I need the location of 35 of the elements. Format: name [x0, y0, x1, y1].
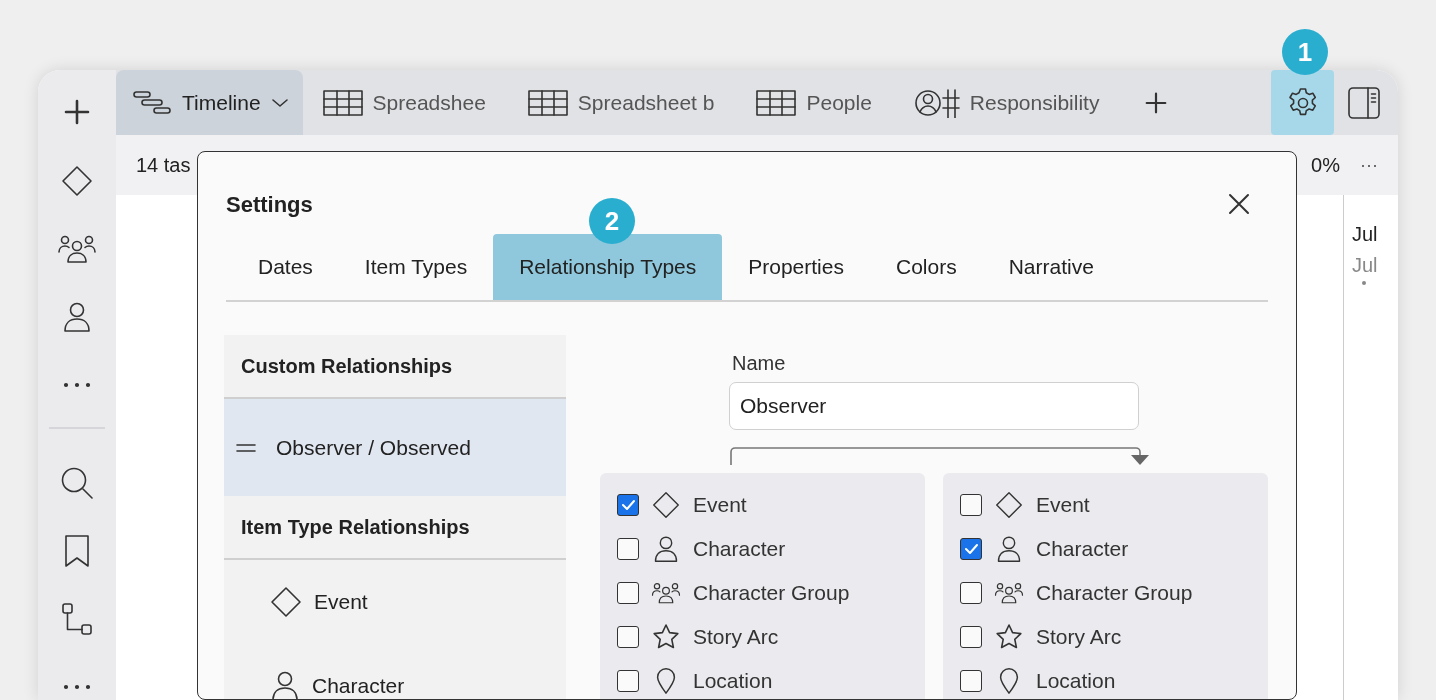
settings-tab[interactable]: Colors — [869, 234, 983, 300]
view-tab[interactable]: People — [740, 70, 894, 135]
view-tab[interactable]: Spreadshee — [306, 70, 508, 135]
name-field[interactable]: Observer — [729, 382, 1139, 430]
view-tab[interactable]: Spreadsheet b — [511, 70, 737, 135]
field-label: Name — [732, 352, 787, 375]
month-label: Jul — [1352, 223, 1379, 246]
section-heading: Custom Relationships — [241, 354, 453, 378]
settings-tab[interactable]: Relationship Types — [493, 234, 723, 300]
settings-tab[interactable]: Narrative — [982, 234, 1120, 300]
task-count: 14 tas — [136, 153, 191, 177]
checkbox-label: Character — [693, 537, 786, 561]
dialog-title: Settings — [226, 192, 313, 218]
checkbox-label: Event — [1036, 493, 1090, 517]
month-label: Jul — [1352, 254, 1378, 277]
settings-tab[interactable]: Properties — [722, 234, 870, 300]
checkbox-label: Event — [693, 493, 747, 517]
checkbox-label: Character Group — [693, 581, 850, 605]
section-heading: Item Type Relationships — [241, 515, 470, 539]
checkbox-label: Character — [1036, 537, 1129, 561]
zoom-level: 0% — [1311, 153, 1340, 177]
checkbox-label: Story Arc — [1036, 625, 1122, 649]
checkbox-label: Location — [1036, 669, 1116, 693]
more-button[interactable]: ··· — [1360, 154, 1378, 176]
checkbox-label: Character Group — [1036, 581, 1193, 605]
view-tab[interactable]: Responsibility — [897, 70, 1122, 135]
step-badge: 1 — [1282, 29, 1328, 75]
checkbox-label: Story Arc — [693, 625, 779, 649]
relationship-item[interactable]: Character — [224, 644, 566, 699]
relationship-item[interactable]: Event — [224, 560, 566, 644]
relationship-item[interactable]: Observer / Observed — [224, 399, 566, 496]
settings-tab[interactable]: Dates — [232, 234, 339, 300]
settings-tab[interactable]: Item Types — [338, 234, 494, 300]
view-tab[interactable]: Timeline — [116, 70, 303, 135]
checkbox-label: Location — [693, 669, 773, 693]
